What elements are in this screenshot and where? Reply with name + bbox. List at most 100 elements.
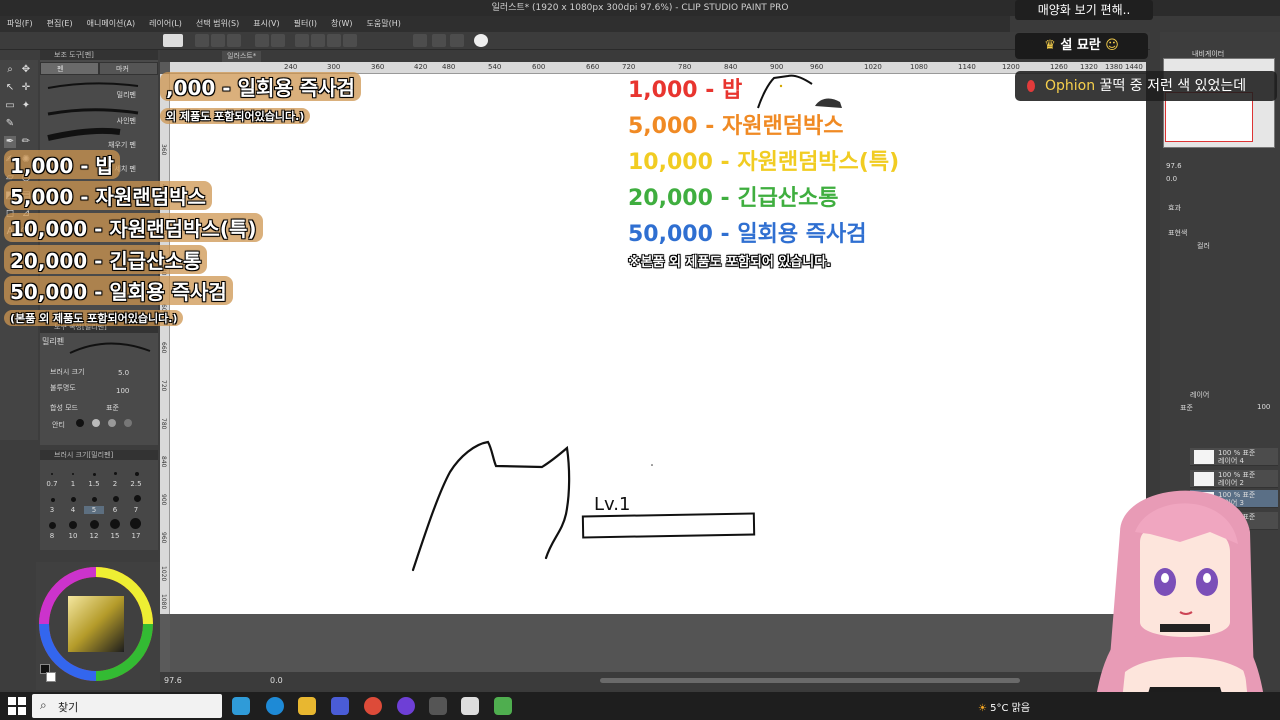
stream-banner: 매양화 보기 편해.. <box>1015 0 1153 20</box>
aa-medium-option[interactable] <box>108 419 116 427</box>
pen-tool-icon[interactable]: ✒ <box>4 136 16 148</box>
menu-file[interactable]: 파일(F) <box>0 16 40 32</box>
obs-icon[interactable] <box>429 697 447 715</box>
file-explorer-icon[interactable] <box>298 697 316 715</box>
clip-studio-icon[interactable] <box>163 34 183 47</box>
ruler-tick: 1140 <box>958 63 976 71</box>
opacity-value[interactable]: 100 <box>116 387 129 395</box>
blend-mode-value[interactable]: 표준 <box>106 403 119 413</box>
selection-tool-icon[interactable]: ▭ <box>4 100 16 112</box>
menu-edit[interactable]: 편집(E) <box>40 16 80 32</box>
layer-row[interactable]: 100 % 표준 레이어 4 <box>1190 448 1278 466</box>
menu-window[interactable]: 창(W) <box>324 16 360 32</box>
size-option[interactable]: 2 <box>105 480 125 488</box>
nav-zoom[interactable]: 97.6 <box>1166 162 1182 170</box>
aa-weak-option[interactable] <box>92 419 100 427</box>
weather-widget[interactable]: ☀ 5°C 맑음 <box>978 699 1030 714</box>
layer-blend-mode[interactable]: 표준 <box>1180 403 1193 413</box>
operation-tool-icon[interactable]: ↖ <box>4 82 16 94</box>
brush-item-milli[interactable]: 밀리펜 <box>42 78 148 99</box>
open-file-icon[interactable] <box>211 34 225 47</box>
menu-animation[interactable]: 애니메이션(A) <box>80 16 143 32</box>
chrome-icon[interactable] <box>364 697 382 715</box>
help-icon[interactable] <box>474 34 488 47</box>
size-option[interactable]: 6 <box>105 506 125 514</box>
save-icon[interactable] <box>227 34 241 47</box>
aa-strong-option[interactable] <box>124 419 132 427</box>
ruler-tick: 1020 <box>864 63 882 71</box>
donation-item: 50,000 - 일회용 즉사검 <box>628 222 867 247</box>
size-option[interactable]: 10 <box>63 532 83 540</box>
chat-badge-icon <box>1027 80 1035 92</box>
menu-help[interactable]: 도움말(H) <box>360 16 408 32</box>
doc-tab-illust[interactable]: 일러스트* <box>222 51 262 62</box>
snap-grid-icon[interactable] <box>432 34 446 47</box>
express-color-value[interactable]: 컬러 <box>1197 241 1210 251</box>
donation-item: ,000 - 일회용 즉사검 <box>160 72 361 101</box>
angle-value[interactable]: 0.0 <box>270 672 283 690</box>
brush-preview-stroke <box>69 342 151 354</box>
size-option[interactable]: 8 <box>42 532 62 540</box>
deselect-icon[interactable] <box>343 34 357 47</box>
layer-opacity[interactable]: 100 <box>1257 403 1270 411</box>
tab-marker[interactable]: 마커 <box>99 62 158 75</box>
horizontal-scrollbar[interactable] <box>600 678 1020 683</box>
menu-selection[interactable]: 선택 범위(S) <box>189 16 246 32</box>
transform-icon[interactable] <box>295 34 309 47</box>
redo-icon[interactable] <box>271 34 285 47</box>
discord-icon[interactable] <box>397 697 415 715</box>
size-option[interactable]: 15 <box>105 532 125 540</box>
brush-label: 밀리펜 <box>116 91 136 99</box>
new-file-icon[interactable] <box>195 34 209 47</box>
clip-studio-taskbar-icon[interactable] <box>461 697 479 715</box>
size-dot <box>69 521 77 529</box>
size-dot <box>90 520 99 529</box>
eyedropper-icon[interactable]: ✎ <box>4 118 16 130</box>
size-option[interactable]: 3 <box>42 506 62 514</box>
sub-color-swatch[interactable] <box>46 672 56 682</box>
crop-icon[interactable] <box>311 34 325 47</box>
menu-view[interactable]: 표시(V) <box>246 16 286 32</box>
move-layer-icon[interactable]: ✛ <box>20 82 32 94</box>
brush-size-value[interactable]: 5.0 <box>118 369 129 377</box>
size-option-selected[interactable]: 5 <box>84 506 104 514</box>
pencil-tool-icon[interactable]: ✏ <box>20 136 32 148</box>
zoom-value[interactable]: 97.6 <box>164 672 182 690</box>
search-placeholder: 찾기 <box>58 701 79 714</box>
ruler-tick: 240 <box>284 63 298 71</box>
auto-select-icon[interactable]: ✦ <box>20 100 32 112</box>
windows-start-icon[interactable] <box>8 697 26 715</box>
ruler-tick: 780 <box>160 418 167 430</box>
move-tool-icon[interactable]: ✥ <box>20 64 32 76</box>
minecraft-icon[interactable] <box>494 697 512 715</box>
ruler-tick: 660 <box>160 342 167 354</box>
brush-item-fill-pen[interactable]: 채우기 펜 <box>42 126 148 149</box>
media-player-icon[interactable] <box>331 697 349 715</box>
size-option[interactable]: 0.7 <box>42 480 62 488</box>
size-option[interactable]: 1 <box>63 480 83 488</box>
menu-filter[interactable]: 필터(I) <box>287 16 324 32</box>
ruler-tick: 1320 <box>1080 63 1098 71</box>
aa-none-option[interactable] <box>76 419 84 427</box>
edge-icon[interactable] <box>266 697 284 715</box>
size-option[interactable]: 4 <box>63 506 83 514</box>
color-wheel[interactable] <box>36 562 160 690</box>
ruler-left: 360 420 480 540 600 660 720 780 840 900 … <box>160 74 170 614</box>
size-option[interactable]: 12 <box>84 532 104 540</box>
size-option[interactable]: 2.5 <box>126 480 146 488</box>
snap-ruler-icon[interactable] <box>413 34 427 47</box>
size-option[interactable]: 1.5 <box>84 480 104 488</box>
size-option[interactable]: 17 <box>126 532 146 540</box>
undo-icon[interactable] <box>255 34 269 47</box>
windows-taskbar: ⌕ 찾기 ☀ 5°C 맑음 <box>0 692 1280 720</box>
select-icon[interactable] <box>327 34 341 47</box>
zoom-tool-icon[interactable]: ⌕ <box>4 64 16 76</box>
nav-angle[interactable]: 0.0 <box>1166 175 1177 183</box>
size-option[interactable]: 7 <box>126 506 146 514</box>
snap-special-icon[interactable] <box>450 34 464 47</box>
brush-item-sign[interactable]: 사인펜 <box>42 104 148 125</box>
taskview-icon[interactable] <box>232 697 250 715</box>
taskbar-search[interactable]: ⌕ 찾기 <box>32 694 222 718</box>
menu-layer[interactable]: 레이어(L) <box>142 16 189 32</box>
tab-pen[interactable]: 펜 <box>40 62 99 75</box>
